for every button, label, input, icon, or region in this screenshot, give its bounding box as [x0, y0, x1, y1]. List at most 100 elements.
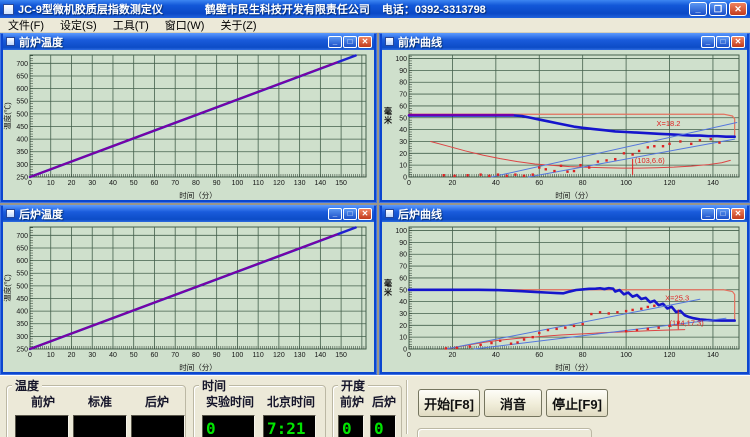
rear-opening-label: 后炉	[371, 395, 396, 409]
stop-button[interactable]: 停止[F9]	[546, 389, 608, 417]
standard-temp-label: 标准	[87, 395, 112, 409]
svg-text:0: 0	[407, 352, 411, 359]
svg-text:100: 100	[620, 180, 632, 187]
rear-temp-titlebar[interactable]: 后炉温度 _ □ ✕	[3, 205, 374, 222]
menu-about[interactable]: 关于(Z)	[212, 17, 264, 33]
svg-text:700: 700	[16, 61, 28, 68]
minimize-button[interactable]: _	[689, 2, 707, 16]
svg-text:70: 70	[399, 92, 407, 99]
svg-text:时间（分）: 时间（分）	[179, 190, 217, 200]
svg-text:10: 10	[399, 163, 407, 170]
front-opening-label: 前炉	[339, 395, 364, 409]
temperature-group-label: 温度	[12, 377, 43, 394]
svg-text:20: 20	[449, 180, 457, 187]
window-rear-temp: 后炉温度 _ □ ✕ 0 10 20 30 40 50 60 70 80 90 100 110 120 1…	[0, 205, 377, 375]
maximize-icon[interactable]: □	[716, 35, 730, 48]
rear-opening-display: 0	[370, 415, 396, 437]
time-group-label: 时间	[199, 377, 230, 394]
svg-text:毫: 毫	[384, 106, 392, 116]
minimize-icon[interactable]: _	[701, 207, 715, 220]
svg-text:500: 500	[16, 111, 28, 118]
svg-text:70: 70	[399, 264, 407, 271]
start-button[interactable]: 开始[F8]	[418, 389, 480, 417]
rear-furnace-temp-display	[131, 415, 185, 437]
svg-text:80: 80	[579, 352, 587, 359]
maximize-icon[interactable]: □	[716, 207, 730, 220]
maximize-icon[interactable]: □	[343, 207, 357, 220]
svg-text:120: 120	[664, 180, 676, 187]
front-curve-titlebar[interactable]: 前炉曲线 _ □ ✕	[382, 33, 747, 50]
svg-text:20: 20	[399, 151, 407, 158]
svg-text:20: 20	[68, 352, 76, 359]
chart-window-icon	[6, 209, 15, 218]
svg-text:150: 150	[335, 180, 347, 187]
bottom-extra-groupbox	[417, 428, 592, 437]
window-rear-curve: 后炉曲线 _ □ ✕ 0 20 40 60 80 100 120 140 0 10 20 30 40 50…	[379, 205, 750, 375]
rear-curve-chart: 0 20 40 60 80 100 120 140 0 10 20 30 40 50 60 70 80 90 100…	[382, 222, 747, 372]
front-furnace-temp-label: 前炉	[30, 395, 55, 409]
control-panel: 温度 前炉 标准 后炉 时间 实验时间 北京时间 0 7:21 开度 前炉 后炉…	[0, 375, 750, 437]
rear-temp-title: 后炉温度	[19, 208, 63, 221]
minimize-icon[interactable]: _	[328, 207, 342, 220]
restore-button[interactable]: ❐	[709, 2, 727, 16]
svg-text:80: 80	[399, 80, 407, 87]
menu-tools[interactable]: 工具(T)	[105, 17, 157, 33]
rear-curve-title: 后炉曲线	[398, 208, 442, 221]
rear-curve-plot: 0 20 40 60 80 100 120 140 0 10 20 30 40 50 60 70 80 90 100…	[383, 226, 740, 372]
front-temp-titlebar[interactable]: 前炉温度 _ □ ✕	[3, 33, 374, 50]
svg-text:40: 40	[399, 127, 407, 134]
svg-text:100: 100	[395, 228, 407, 235]
rear-furnace-temp-label: 后炉	[144, 395, 169, 409]
svg-text:300: 300	[16, 162, 28, 169]
svg-text:300: 300	[16, 334, 28, 341]
front-curve-plot: 0 20 40 60 80 100 120 140 0 10 20 30 40 50 60 70 80 90 100…	[383, 54, 740, 200]
svg-text:30: 30	[399, 311, 407, 318]
svg-text:120: 120	[273, 180, 285, 187]
menu-window[interactable]: 窗口(W)	[157, 17, 213, 33]
svg-text:120: 120	[664, 352, 676, 359]
svg-text:60: 60	[151, 352, 159, 359]
close-icon[interactable]: ✕	[358, 35, 372, 48]
svg-text:140: 140	[315, 180, 327, 187]
minimize-icon[interactable]: _	[328, 35, 342, 48]
panel-divider	[406, 380, 408, 434]
svg-text:10: 10	[399, 335, 407, 342]
svg-text:450: 450	[16, 124, 28, 131]
standard-temp-display	[73, 415, 127, 437]
svg-text:100: 100	[395, 56, 407, 63]
svg-text:110: 110	[253, 180, 264, 187]
close-icon[interactable]: ✕	[731, 35, 745, 48]
svg-text:(103,6.6): (103,6.6)	[635, 156, 666, 165]
menu-settings[interactable]: 设定(S)	[52, 17, 105, 33]
rear-curve-titlebar[interactable]: 后炉曲线 _ □ ✕	[382, 205, 747, 222]
svg-text:250: 250	[16, 175, 28, 182]
svg-text:90: 90	[213, 352, 221, 359]
mute-button[interactable]: 消音	[484, 389, 542, 417]
company-name: 鹤壁市民生科技开发有限责任公司	[204, 4, 370, 16]
front-temp-chart: 0 10 20 30 40 50 60 70 80 90 100 110 120 130 140 150 250…	[3, 50, 374, 200]
svg-text:700: 700	[16, 233, 28, 240]
svg-text:100: 100	[232, 352, 244, 359]
minimize-icon[interactable]: _	[701, 35, 715, 48]
svg-text:600: 600	[16, 86, 28, 93]
svg-text:60: 60	[535, 180, 543, 187]
titlebar: JC-9型微机胶质层指数测定仪 鹤壁市民生科技开发有限责任公司 电话：0392-…	[0, 0, 750, 18]
close-icon[interactable]: ✕	[731, 207, 745, 220]
close-icon[interactable]: ✕	[358, 207, 372, 220]
svg-text:X=25.3: X=25.3	[665, 293, 689, 302]
svg-text:70: 70	[171, 352, 179, 359]
experiment-time-display: 0	[202, 415, 255, 437]
svg-text:30: 30	[88, 352, 96, 359]
menu-file[interactable]: 文件(F)	[0, 17, 52, 33]
window-front-curve: 前炉曲线 _ □ ✕ 0 20 40 60 80 100 120 140 0 10 20 30 40 50…	[379, 33, 750, 203]
maximize-icon[interactable]: □	[343, 35, 357, 48]
svg-text:40: 40	[399, 299, 407, 306]
front-temp-title: 前炉温度	[19, 36, 63, 49]
svg-text:20: 20	[449, 352, 457, 359]
svg-text:450: 450	[16, 296, 28, 303]
front-curve-chart: 0 20 40 60 80 100 120 140 0 10 20 30 40 50 60 70 80 90 100…	[382, 50, 747, 200]
close-button[interactable]: ✕	[729, 2, 747, 16]
chart-window-icon	[6, 37, 15, 46]
app-title: JC-9型微机胶质层指数测定仪	[18, 4, 163, 16]
svg-text:120: 120	[273, 352, 285, 359]
